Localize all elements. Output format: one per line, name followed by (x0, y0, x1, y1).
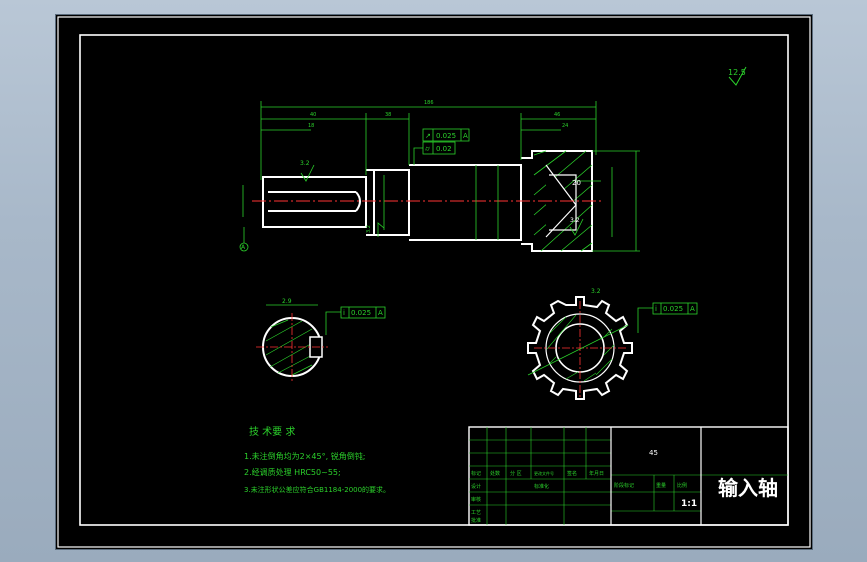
notes-line3: 3.未注形状公差应符合GB1184-2000的要求。 (244, 485, 390, 494)
svg-text:3.2: 3.2 (366, 225, 372, 233)
inner-frame (79, 34, 789, 526)
svg-text:3.2: 3.2 (591, 288, 601, 295)
svg-text:↗: ↗ (425, 132, 431, 140)
dim-right-seg: 46 (554, 112, 560, 118)
svg-text:0.025: 0.025 (663, 305, 683, 313)
notes-line2: 2.经调质处理 HRC50~55; (244, 467, 341, 477)
tb-label-8: 审核 (471, 496, 481, 503)
datum-label: A (241, 244, 246, 251)
tb-label-4: 签名 (567, 470, 577, 477)
svg-text:i: i (655, 305, 657, 313)
svg-text:3.2: 3.2 (300, 160, 310, 167)
dim-left-sub: 18 (308, 123, 314, 129)
section-view-spline: 3.2 (527, 288, 633, 400)
cylindricity-tolerance-frame: ⌭ 0.02 (413, 141, 456, 165)
technical-requirements: 技 术要 求 1.未注倒角均为2×45°, 锐角倒钝; 2.经调质处理 HRC5… (244, 425, 390, 494)
tb-label-7: 标准化 (534, 483, 549, 490)
svg-text:0.025: 0.025 (436, 132, 456, 140)
dim-right-sub: 24 (562, 123, 568, 129)
roughness-corner-symbol: 12.5 (728, 66, 747, 86)
notes-heading: 技 术要 求 (249, 425, 295, 438)
scale-value: 1:1 (681, 499, 697, 509)
svg-text:2.9: 2.9 (282, 298, 292, 305)
svg-text:i: i (343, 309, 345, 317)
tb-label-9: 工艺 (471, 510, 481, 516)
tb-label-3: 更改文件号 (534, 470, 554, 476)
section1-tolerance-frame: i 0.025 A (325, 306, 386, 335)
tb-label-0: 标记 (471, 470, 481, 477)
runout-tolerance-frame: ↗ 0.025 A (422, 128, 470, 142)
dim-bore-depth: 20 (572, 179, 581, 187)
title-block: 标记 处数 分 区 更改文件号 签名 年月日 设计 标准化 审核 工艺 批准 阶… (468, 426, 789, 526)
material-cell: 45 (649, 449, 658, 457)
notes-line1: 1.未注倒角均为2×45°, 锐角倒钝; (244, 451, 365, 461)
roughness-corner-value: 12.5 (728, 68, 746, 77)
dim-overall: 186 (424, 100, 434, 106)
svg-text:⌭: ⌭ (425, 145, 430, 153)
outer-frame (57, 16, 811, 548)
svg-text:A: A (463, 132, 468, 140)
drawing-sheet: 12.5 186 40 18 38 46 24 20 A 3.2 3.2 3.2… (55, 14, 813, 550)
tb-label-1: 处数 (490, 470, 500, 477)
tb-label-12: 重量 (656, 482, 666, 489)
svg-text:0.02: 0.02 (436, 145, 452, 153)
svg-text:A: A (690, 305, 695, 313)
tb-label-5: 年月日 (589, 470, 604, 477)
cad-drawing: 12.5 186 40 18 38 46 24 20 A 3.2 3.2 3.2… (57, 16, 811, 548)
svg-text:A: A (378, 309, 383, 317)
svg-text:0.025: 0.025 (351, 309, 371, 317)
tb-label-13: 比例 (677, 482, 687, 489)
drawing-title: 输入轴 (718, 476, 778, 500)
svg-text:3.2: 3.2 (570, 217, 580, 224)
dim-mid-seg: 38 (385, 112, 391, 118)
tb-label-10: 批准 (471, 517, 481, 524)
tb-label-11: 阶段标记 (614, 482, 634, 489)
tb-label-6: 设计 (471, 483, 481, 490)
section2-tolerance-frame: i 0.025 A (637, 302, 698, 333)
dim-left-seg: 40 (310, 112, 316, 118)
section-view-keyway: 2.9 (256, 298, 328, 381)
tb-label-2: 分 区 (510, 470, 522, 477)
